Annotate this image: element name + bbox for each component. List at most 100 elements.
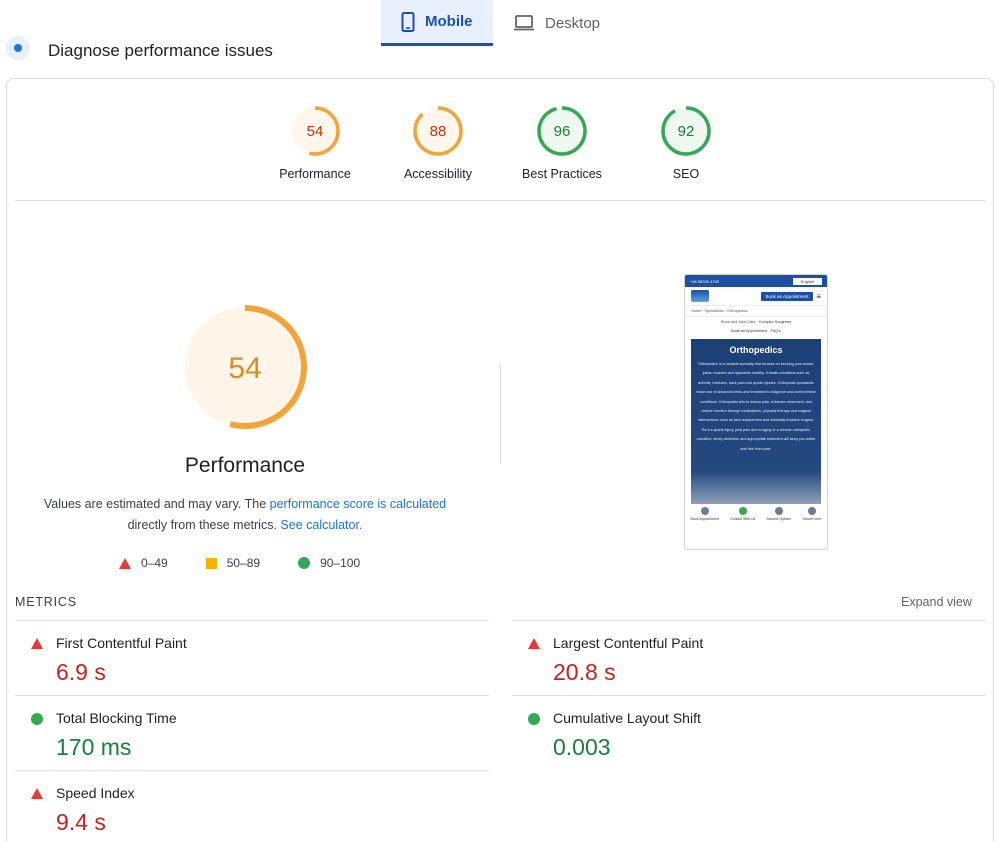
laptop-icon xyxy=(513,14,535,32)
hospital-logo-icon xyxy=(691,290,709,302)
performance-description: Values are estimated and may vary. The p… xyxy=(37,494,453,536)
gauge-accessibility[interactable]: 88 Accessibility xyxy=(383,103,493,181)
metric-name: First Contentful Paint xyxy=(56,635,187,651)
legend-fail-label: 0–49 xyxy=(141,556,168,570)
screenshot-link-bone: Bone and Joint Care xyxy=(720,320,756,324)
fail-triangle-icon xyxy=(528,638,540,649)
tab-mobile[interactable]: Mobile xyxy=(381,0,493,46)
section-title: Diagnose performance issues xyxy=(48,41,273,60)
average-square-icon xyxy=(205,557,217,569)
metrics-heading: METRICS xyxy=(15,595,77,609)
screenshot-topbar: +48 58329 4700 English xyxy=(685,275,827,287)
screenshot-hero-text: Orthopedics is a medical specialty that … xyxy=(696,362,816,451)
report-card: 54 Performance 88 Accessibility 96 Best … xyxy=(6,78,994,841)
smartphone-icon xyxy=(401,11,415,32)
legend-average-label: 50–89 xyxy=(226,556,261,570)
gauge-best-practices[interactable]: 96 Best Practices xyxy=(507,103,617,181)
legend-fail: 0–49 xyxy=(119,556,168,570)
score-calculated-link[interactable]: performance score is calculated xyxy=(270,497,446,511)
metric-value: 20.8 s xyxy=(553,659,616,685)
score-legend: 0–49 50–89 90–100 xyxy=(119,556,398,570)
search-icon xyxy=(807,507,816,515)
metric-tbt: Total Blocking Time 170 ms xyxy=(15,695,489,771)
gauges-divider xyxy=(15,200,986,201)
screenshot-hero-title: Orthopedics xyxy=(729,345,783,355)
gauge-accessibility-ring: 88 xyxy=(413,106,463,156)
screenshot-phone-number: +48 58329 4700 xyxy=(690,278,720,284)
metric-lcp: Largest Contentful Paint 20.8 s xyxy=(512,620,986,696)
gauge-score-value: 96 xyxy=(554,123,571,140)
screenshot-nav-label: Second Opinion xyxy=(766,517,792,521)
tab-mobile-label: Mobile xyxy=(425,13,473,30)
section-indicator-icon xyxy=(6,36,30,60)
pass-circle-icon xyxy=(31,713,43,725)
gauge-accessibility-label: Accessibility xyxy=(403,167,473,181)
gauge-seo-ring: 92 xyxy=(661,106,711,156)
vertical-divider xyxy=(500,364,501,464)
gauge-performance-label: Performance xyxy=(279,167,351,181)
screenshot-link-faq: FAQ's xyxy=(770,329,781,333)
screenshot-nav-opinion: Second Opinion xyxy=(766,507,791,521)
gauge-performance-ring: 54 xyxy=(290,106,340,156)
screenshot-nav-label: Contact With Us xyxy=(730,517,756,521)
hamburger-icon: ≡ xyxy=(816,291,821,301)
tab-desktop[interactable]: Desktop xyxy=(493,0,620,46)
gauge-score-value: 88 xyxy=(430,123,447,140)
legend-pass: 90–100 xyxy=(298,556,360,570)
screenshot-nav-label: Search here xyxy=(802,517,822,521)
performance-title: Performance xyxy=(184,454,306,477)
device-tabs: Mobile Desktop xyxy=(381,0,620,46)
metric-name: Speed Index xyxy=(56,785,135,801)
see-calculator-link[interactable]: See calculator. xyxy=(280,518,362,532)
gauge-performance[interactable]: 54 Performance xyxy=(260,103,370,181)
desc-text-2: directly from these metrics. xyxy=(127,518,281,532)
score-gauges: 54 Performance 88 Accessibility 96 Best … xyxy=(7,103,993,185)
screenshot-nav-book: Book Appointment xyxy=(691,507,719,521)
screenshot-breadcrumb: Home › Specialities › Orthopedics xyxy=(685,305,827,317)
screenshot-link-complex: Complex Surgeries xyxy=(758,320,792,324)
metric-fcp: First Contentful Paint 6.9 s xyxy=(15,620,489,696)
screenshot-bottom-nav: Book Appointment Contact With Us Second … xyxy=(685,504,827,521)
metric-value: 170 ms xyxy=(56,734,132,760)
performance-score-gauge: 54 xyxy=(183,305,307,429)
metric-name: Total Blocking Time xyxy=(56,710,177,726)
metric-speed-index: Speed Index 9.4 s xyxy=(15,770,489,841)
screenshot-nav-search: Search here xyxy=(802,507,821,521)
fail-triangle-icon xyxy=(31,638,43,649)
screenshot-book-button: Book an Appointment xyxy=(760,291,814,301)
screenshot-links: Bone and Joint Care Complex Surgeries Bo… xyxy=(685,317,827,337)
diagnose-header: Diagnose performance issues xyxy=(6,36,273,60)
screenshot-nav-label: Book Appointment xyxy=(690,517,719,521)
gauge-seo-label: SEO xyxy=(672,167,700,181)
calendar-icon xyxy=(700,507,709,515)
tab-desktop-label: Desktop xyxy=(545,14,601,32)
final-screenshot[interactable]: +48 58329 4700 English Book an Appointme… xyxy=(684,274,828,550)
desc-text-1: Values are estimated and may vary. The xyxy=(43,497,270,511)
screenshot-nav-contact: Contact With Us xyxy=(730,507,755,521)
fail-triangle-icon xyxy=(31,788,43,799)
metric-value: 0.003 xyxy=(553,734,611,760)
gauge-best-practices-label: Best Practices xyxy=(522,167,602,181)
whatsapp-icon xyxy=(738,507,747,515)
metric-value: 6.9 s xyxy=(56,659,106,685)
screenshot-header: Book an Appointment ≡ xyxy=(685,287,827,305)
gauge-seo[interactable]: 92 SEO xyxy=(631,103,741,181)
pass-circle-icon xyxy=(528,713,540,725)
expand-view-toggle[interactable]: Expand view xyxy=(901,595,972,609)
pass-circle-icon xyxy=(298,557,311,569)
screenshot-link-book: Book an Appointment xyxy=(731,329,768,333)
metric-name: Largest Contentful Paint xyxy=(553,635,704,651)
performance-score-value: 54 xyxy=(228,352,261,385)
gauge-score-value: 92 xyxy=(678,123,695,140)
gauge-score-value: 54 xyxy=(307,123,324,140)
metric-name: Cumulative Layout Shift xyxy=(553,710,701,726)
gauge-best-practices-ring: 96 xyxy=(537,106,587,156)
screenshot-hero: Orthopedics Orthopedics is a medical spe… xyxy=(691,339,821,504)
legend-average: 50–89 xyxy=(205,556,261,570)
metric-value: 9.4 s xyxy=(56,809,106,835)
screenshot-language: English xyxy=(792,277,822,285)
legend-pass-label: 90–100 xyxy=(320,556,361,570)
fail-triangle-icon xyxy=(119,557,131,569)
doctor-icon xyxy=(774,507,783,515)
metric-cls: Cumulative Layout Shift 0.003 xyxy=(512,695,986,771)
